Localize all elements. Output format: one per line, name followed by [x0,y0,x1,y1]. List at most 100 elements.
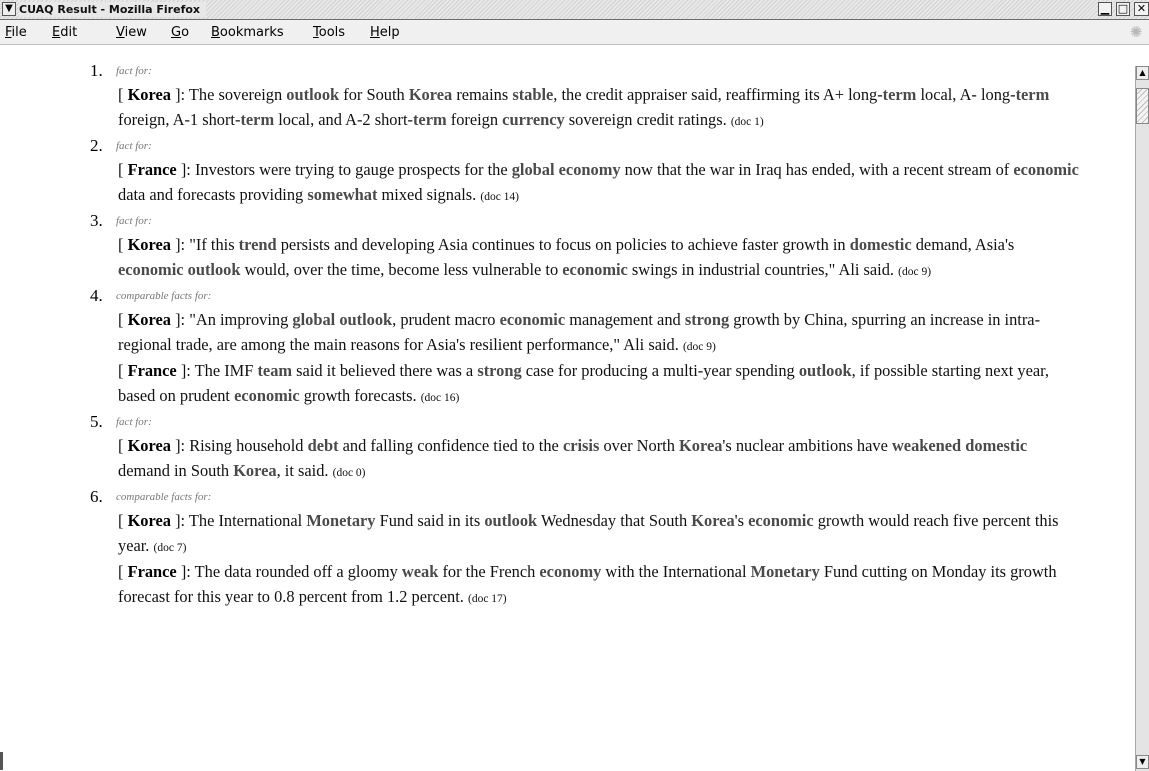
scroll-up-arrow-icon[interactable]: ▲ [1136,66,1149,80]
result-number: 6. [90,487,103,506]
doc-reference: (doc 17) [468,592,507,605]
keyword-highlight: Monetary [750,562,820,581]
keyword-highlight: Monetary [306,511,376,530]
keyword-highlight: debt [307,436,339,455]
sentence-text: case for producing a multi-year spending [521,361,799,380]
keyword-highlight: crisis [562,436,600,455]
sentence-text: The data rounded off a gloomy [194,562,402,581]
result-number: 1. [90,61,103,80]
doc-reference: (doc 16) [420,391,460,404]
sentence-text: persists and developing Asia continues t… [276,235,850,254]
menu-bookmarks[interactable]: Bookmarks [211,25,284,41]
result-kind-label: fact for: [116,140,152,152]
keyword-highlight: weak [401,562,439,581]
doc-reference: (doc 9) [682,340,716,353]
sentence-text: demand, Asia's [911,235,1015,254]
throbber-icon: ✺ [1129,23,1143,41]
sentence-text: foreign [446,109,503,129]
close-button[interactable]: ✕ [1134,2,1149,16]
maximize-button[interactable]: □ [1116,2,1130,16]
sentence-text: would, over the time, become less vulner… [240,259,563,279]
result-kind-label: fact for: [116,416,152,428]
keyword-highlight: economy [539,562,602,581]
keyword-highlight: economic [748,511,814,530]
keyword-highlight: weakened domestic [891,436,1028,455]
sentence-text: growth forecasts. [299,385,417,405]
keyword-highlight: stable [512,85,554,104]
sentence-text: over North [599,436,680,455]
sentence-text: 's [734,511,749,530]
fact-sentence: [ Korea ]: "An improving global outlook,… [118,310,1041,354]
keyword-highlight: global economy [511,160,621,179]
fact-sentence: [ Korea ]: The sovereign outlook for Sou… [118,85,1050,129]
keyword-highlight: global outlook [292,310,393,329]
sentence-text: demand in South [118,460,234,480]
sentence-text: management and [565,310,685,329]
minimize-button[interactable]: ▁ [1098,2,1112,16]
scrollbar-thumb[interactable] [1136,88,1149,124]
entity-label: France [127,361,177,380]
sentence-text: The sovereign [188,85,287,104]
sentence-text: local, A- long- [916,85,1016,104]
vertical-scrollbar[interactable]: ▲ ▼ [1135,66,1149,771]
keyword-highlight: economic [1013,160,1079,179]
keyword-highlight: domestic [849,235,912,254]
sentence-text: foreign, A-1 short- [118,109,241,129]
sentence-text: said it believed there was a [292,361,478,380]
fact-sentence: [ France ]: The data rounded off a gloom… [118,562,1057,606]
sentence-text: for the French [438,562,540,581]
menu-file[interactable]: File [5,25,27,41]
sentence-text: Wednesday that South [537,511,692,530]
sentence-text: sovereign credit ratings. [564,109,727,129]
menu-view[interactable]: View [116,25,147,41]
sentence-text: Rising household [189,436,308,455]
keyword-highlight: outlook [286,85,340,104]
sentence-text: "If this [189,235,239,254]
result-kind-label: comparable facts for: [116,491,212,503]
keyword-highlight: strong [477,361,522,380]
doc-reference: (doc 0) [332,466,366,479]
entity-label: France [127,160,177,179]
sentence-text: now that the war in Iraq has ended, with… [620,160,1014,179]
menu-tools[interactable]: Tools [313,25,345,41]
entity-label: Korea [127,436,171,455]
menu-bar: File Edit View Go Bookmarks Tools Help ✺ [0,20,1149,45]
keyword-highlight: economic [499,310,566,329]
keyword-highlight: economic outlook [118,259,241,279]
sentence-text: , it said. [276,460,329,480]
doc-reference: (doc 9) [898,265,932,278]
entity-label: Korea [127,85,171,104]
menu-go[interactable]: Go [171,25,189,41]
window-menu-button[interactable]: ▼ [2,2,16,16]
left-edge-marker [0,752,3,770]
sentence-text: Fund said in its [375,511,485,530]
result-item: 2. fact for: [ France ]: Investors were tr… [90,134,1080,209]
sentence-text: The IMF [194,361,258,380]
fact-sentence: [ Korea ]: Rising household debt and fal… [118,436,1028,480]
result-number: 4. [90,286,103,305]
menu-help[interactable]: Help [370,25,400,41]
keyword-highlight: outlook [484,511,538,530]
keyword-highlight: term [1015,85,1050,104]
keyword-highlight: term [240,109,275,129]
sentence-text: , the credit appraiser said, reaffirming… [553,85,883,104]
entity-label: Korea [127,310,171,329]
doc-reference: (doc 7) [153,541,187,554]
page-content: 1. fact for: [ Korea ]: The sovereign outl… [0,45,1135,771]
sentence-text: "An improving [189,310,293,329]
sentence-text: remains [452,85,513,104]
result-item: 6. comparable facts for: [ Korea ]: The In… [90,485,1080,611]
window-titlebar[interactable]: ▼ CUAQ Result - Mozilla Firefox ▁ □ ✕ [0,0,1149,20]
scroll-down-arrow-icon[interactable]: ▼ [1136,755,1149,769]
sentence-text: mixed signals. [377,184,477,204]
menu-edit[interactable]: Edit [52,25,77,41]
doc-reference: (doc 14) [480,190,519,203]
result-item: 1. fact for: [ Korea ]: The sovereign outl… [90,59,1080,134]
result-number: 3. [90,211,103,230]
result-kind-label: fact for: [116,215,152,227]
fact-sentence: [ France ]: Investors were trying to gau… [118,160,1079,204]
result-item: 4. comparable facts for: [ Korea ]: "An im… [90,284,1080,410]
keyword-highlight: somewhat [307,184,378,204]
sentence-text: for South [339,85,409,104]
keyword-highlight: team [257,361,293,380]
